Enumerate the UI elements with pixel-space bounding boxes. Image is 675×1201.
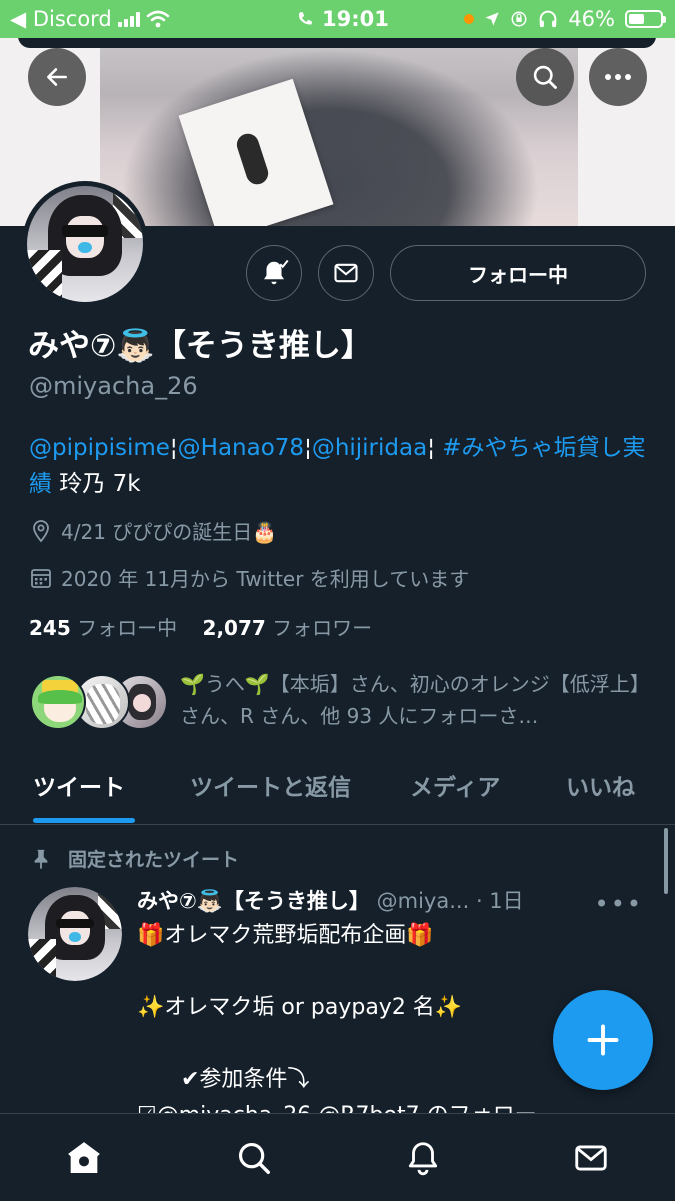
bio-tail-text: 玲乃 7k bbox=[52, 471, 141, 497]
status-left: ◀ Discord bbox=[10, 7, 170, 31]
home-icon bbox=[68, 1142, 100, 1173]
nav-notifications[interactable] bbox=[401, 1136, 445, 1180]
following-link[interactable]: 245 フォロー中 bbox=[29, 616, 177, 640]
profile-handle: @miyacha_26 bbox=[29, 372, 198, 400]
followed-by-row[interactable]: 🌱うへ🌱【本垢】さん、初心のオレンジ【低浮上】さん、R さん、他 93 人にフォ… bbox=[30, 668, 650, 748]
nav-home[interactable] bbox=[62, 1136, 106, 1180]
plus-icon bbox=[587, 1024, 619, 1056]
bio-separator: ¦ bbox=[169, 435, 178, 461]
location-arrow-icon bbox=[485, 12, 499, 26]
follower-avatar-1 bbox=[30, 674, 86, 730]
followers-label: フォロワー bbox=[272, 616, 373, 640]
status-center: 19:01 bbox=[296, 7, 389, 31]
followers-link[interactable]: 2,077 フォロワー bbox=[203, 616, 373, 640]
back-to-app-label[interactable]: ◀ Discord bbox=[10, 7, 112, 31]
status-bar: ◀ Discord 19:01 46% bbox=[0, 0, 675, 38]
back-button[interactable] bbox=[28, 48, 86, 106]
nav-messages[interactable] bbox=[569, 1136, 613, 1180]
profile-bio: @pipipisime¦@Hanao78¦@hijiridaa¦ #みやちゃ垢貸… bbox=[29, 430, 649, 502]
bell-icon bbox=[408, 1142, 438, 1176]
location-pin-icon bbox=[33, 519, 49, 542]
profile-avatar[interactable] bbox=[22, 181, 148, 307]
mail-icon bbox=[575, 1145, 607, 1171]
following-label: フォロー中 bbox=[77, 616, 178, 640]
mic-in-use-dot-icon bbox=[464, 14, 475, 24]
status-right: 46% bbox=[464, 7, 666, 31]
search-profile-button[interactable] bbox=[516, 48, 574, 106]
tweet-line: ✨オレマク垢 or paypay2 名✨ bbox=[137, 995, 463, 1020]
tweet-author-avatar[interactable] bbox=[28, 887, 122, 981]
profile-counts: 245 フォロー中 2,077 フォロワー bbox=[29, 612, 372, 641]
tab-tweets-and-replies[interactable]: ツイートと返信 bbox=[190, 768, 351, 802]
banner-top-edge bbox=[18, 38, 656, 48]
search-icon bbox=[238, 1142, 270, 1174]
avatar-image bbox=[27, 186, 143, 302]
search-icon bbox=[533, 65, 557, 89]
tweet-author-name: みや⑦👼🏻【そうき推し】 bbox=[137, 889, 370, 913]
tab-tweets[interactable]: ツイート bbox=[33, 768, 125, 802]
profile-joined: 2020 年 11月から Twitter を利用しています bbox=[61, 567, 470, 591]
tweet-body[interactable]: 🎁オレマク荒野垢配布企画🎁 ✨オレマク垢 or paypay2 名✨ ✔参加条件⤵… bbox=[137, 918, 607, 1134]
pinned-tweet-header: 固定されたツイート bbox=[30, 845, 239, 872]
bell-check-icon bbox=[264, 259, 289, 285]
profile-tabs: ツイート ツイートと返信 メディア いいね bbox=[0, 760, 675, 825]
followers-count: 2,077 bbox=[202, 616, 266, 640]
bottom-navigation bbox=[0, 1113, 675, 1201]
nav-search[interactable] bbox=[232, 1136, 276, 1180]
status-time: 19:01 bbox=[322, 7, 389, 31]
battery-percent: 46% bbox=[568, 7, 615, 31]
orientation-lock-icon bbox=[511, 11, 527, 27]
tab-media[interactable]: メディア bbox=[410, 768, 500, 802]
headphones-icon bbox=[539, 10, 557, 28]
profile-display-name: みや⑦👼🏻【そうき推し】 bbox=[28, 328, 372, 364]
profile-joined-row: 2020 年 11月から Twitter を利用しています bbox=[29, 563, 469, 592]
profile-location-row: 4/21 ぴぴぴの誕生日🎂 bbox=[29, 516, 277, 545]
more-options-button[interactable] bbox=[589, 48, 647, 106]
phone-call-icon bbox=[299, 12, 312, 25]
pin-icon bbox=[34, 849, 48, 869]
tweet-avatar-image bbox=[28, 887, 122, 981]
tweet-more-button[interactable]: ••• bbox=[595, 890, 643, 918]
tweet-header[interactable]: みや⑦👼🏻【そうき推し】 @miya... · 1日 bbox=[137, 885, 647, 915]
message-button[interactable] bbox=[318, 245, 374, 301]
following-count: 245 bbox=[29, 616, 71, 640]
wifi-icon bbox=[146, 10, 170, 28]
pinned-label: 固定されたツイート bbox=[68, 849, 240, 871]
following-button[interactable]: フォロー中 bbox=[390, 245, 646, 301]
tweet-author-handle: @miya... bbox=[376, 889, 470, 913]
bio-mention-hijiridaa[interactable]: @hijiridaa bbox=[312, 435, 427, 461]
mail-icon bbox=[334, 263, 358, 283]
active-tab-indicator bbox=[33, 818, 135, 823]
notifications-button[interactable] bbox=[246, 245, 302, 301]
more-icon bbox=[605, 74, 631, 80]
profile-location: 4/21 ぴぴぴの誕生日🎂 bbox=[61, 520, 278, 544]
tab-likes[interactable]: いいね bbox=[566, 768, 635, 802]
calendar-icon bbox=[31, 568, 51, 588]
bio-mention-pipipisime[interactable]: @pipipisime bbox=[29, 435, 170, 461]
cellular-signal-icon bbox=[117, 11, 140, 27]
bio-separator: ¦ bbox=[427, 435, 443, 461]
bio-mention-hanao78[interactable]: @Hanao78 bbox=[178, 435, 304, 461]
tweet-line: ✔参加条件⤵ bbox=[137, 1067, 310, 1092]
battery-icon bbox=[625, 10, 666, 28]
tweet-line: 🎁オレマク荒野垢配布企画🎁 bbox=[137, 923, 434, 948]
scrollbar[interactable] bbox=[664, 828, 668, 894]
arrow-left-icon bbox=[47, 68, 67, 86]
bio-separator: ¦ bbox=[304, 435, 312, 461]
tweet-timestamp: · 1日 bbox=[475, 889, 524, 913]
compose-tweet-button[interactable] bbox=[553, 990, 653, 1090]
followed-by-text: 🌱うへ🌱【本垢】さん、初心のオレンジ【低浮上】さん、R さん、他 93 人にフォ… bbox=[180, 672, 650, 728]
